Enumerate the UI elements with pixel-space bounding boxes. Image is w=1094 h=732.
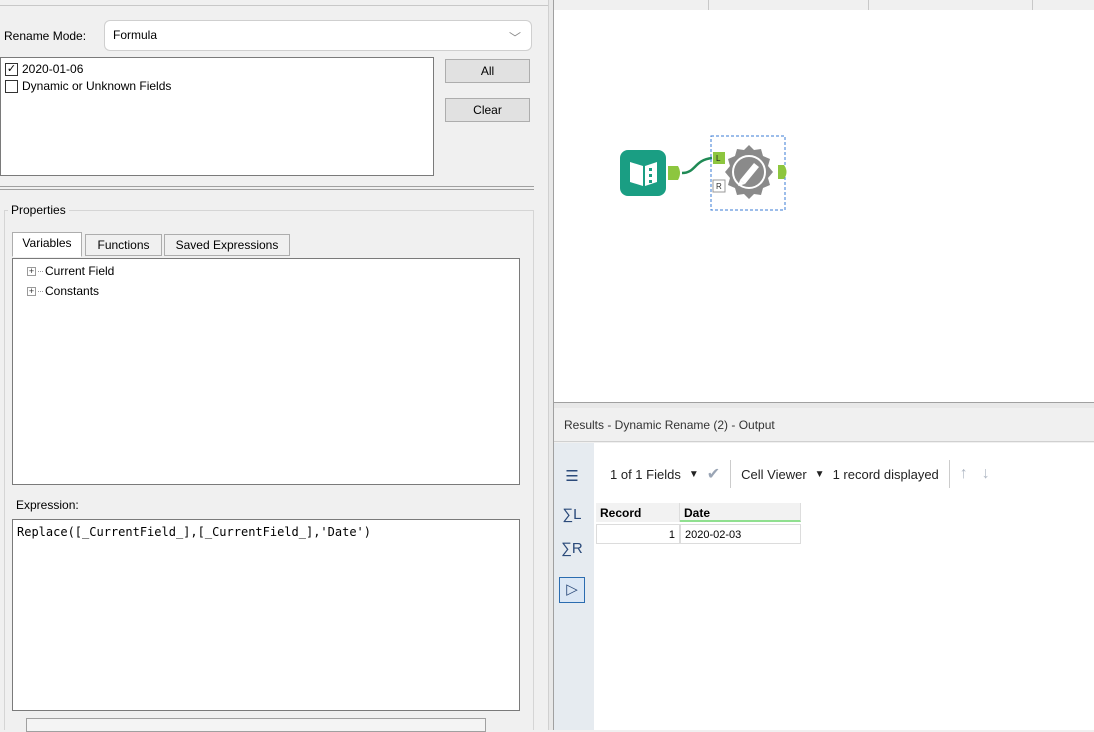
messages-icon[interactable]: ☰ [559, 465, 585, 491]
workflow-diagram: L R [620, 135, 787, 211]
left-input-icon[interactable]: ∑L [559, 503, 585, 529]
dropdown-caret-icon[interactable]: ▼ [689, 469, 699, 480]
results-title: Results - Dynamic Rename (2) - Output [564, 418, 775, 432]
variables-tree: + Current Field + Constants [12, 258, 520, 485]
arrow-down-icon[interactable]: ↓ [982, 465, 990, 483]
svg-text:L: L [716, 154, 721, 163]
field-item-2020-01-06[interactable]: ✓ 2020-01-06 [5, 61, 83, 77]
column-header-date[interactable]: Date [680, 503, 801, 522]
properties-label: Properties [8, 203, 69, 217]
output-anchor-icon[interactable]: ▷ [559, 577, 585, 603]
arrow-up-icon[interactable]: ↑ [960, 465, 968, 483]
field-label: 2020-01-06 [22, 62, 84, 76]
clear-button[interactable]: Clear [445, 98, 530, 122]
right-input-icon[interactable]: ∑R [559, 537, 585, 563]
toolbar-separator [730, 460, 732, 488]
tree-item-label: Current Field [45, 264, 115, 278]
tab-variables[interactable]: Variables [12, 232, 82, 257]
cell-viewer-button[interactable]: Cell Viewer [741, 467, 807, 482]
checkmark-icon[interactable]: ✔ [707, 464, 720, 484]
dropdown-caret-icon[interactable]: ▼ [815, 469, 825, 480]
svg-text:R: R [716, 182, 722, 191]
tree-item-current-field[interactable]: + Current Field [27, 263, 114, 279]
expression-editor[interactable]: Replace([_CurrentField_],[_CurrentField_… [12, 519, 520, 711]
expand-icon[interactable]: + [27, 266, 36, 276]
dynamic-rename-tool[interactable]: L R [710, 135, 787, 211]
tree-connector [38, 270, 43, 272]
records-displayed: 1 record displayed [832, 466, 939, 482]
checkbox-checked-icon[interactable]: ✓ [5, 62, 18, 76]
rename-mode-value: Formula [113, 28, 158, 42]
panel-splitter[interactable] [0, 186, 534, 190]
field-label: Dynamic or Unknown Fields [22, 79, 172, 93]
tree-item-label: Constants [45, 284, 100, 298]
connection-line[interactable] [681, 156, 713, 175]
field-list[interactable]: ✓ 2020-01-06 Dynamic or Unknown Fields [0, 57, 434, 176]
field-item-dynamic-unknown[interactable]: Dynamic or Unknown Fields [5, 78, 171, 94]
chevron-down-icon: ﹀ [508, 31, 521, 45]
tree-connector [38, 290, 43, 292]
tree-item-constants[interactable]: + Constants [27, 283, 99, 299]
toolbar-separator [948, 460, 950, 488]
expand-icon[interactable]: + [27, 286, 36, 296]
input-data-tool[interactable] [620, 150, 680, 196]
tab-functions[interactable]: Functions [85, 234, 162, 256]
all-button[interactable]: All [445, 59, 530, 83]
cell-record[interactable]: 1 [596, 524, 680, 544]
results-toolbar: 1 of 1 Fields ▼ ✔ Cell Viewer ▼ 1 record… [594, 456, 990, 492]
rename-mode-label: Rename Mode: [4, 29, 87, 43]
cell-date[interactable]: 2020-02-03 [680, 524, 801, 544]
checkbox-unchecked-icon[interactable] [5, 79, 18, 93]
fields-selector[interactable]: 1 of 1 Fields [610, 467, 681, 482]
expression-label: Expression: [16, 498, 79, 512]
rename-mode-select[interactable]: Formula ﹀ [104, 20, 532, 51]
column-header-record[interactable]: Record [596, 503, 680, 522]
panel-top-border [0, 0, 548, 6]
tab-saved-expressions[interactable]: Saved Expressions [164, 234, 290, 256]
